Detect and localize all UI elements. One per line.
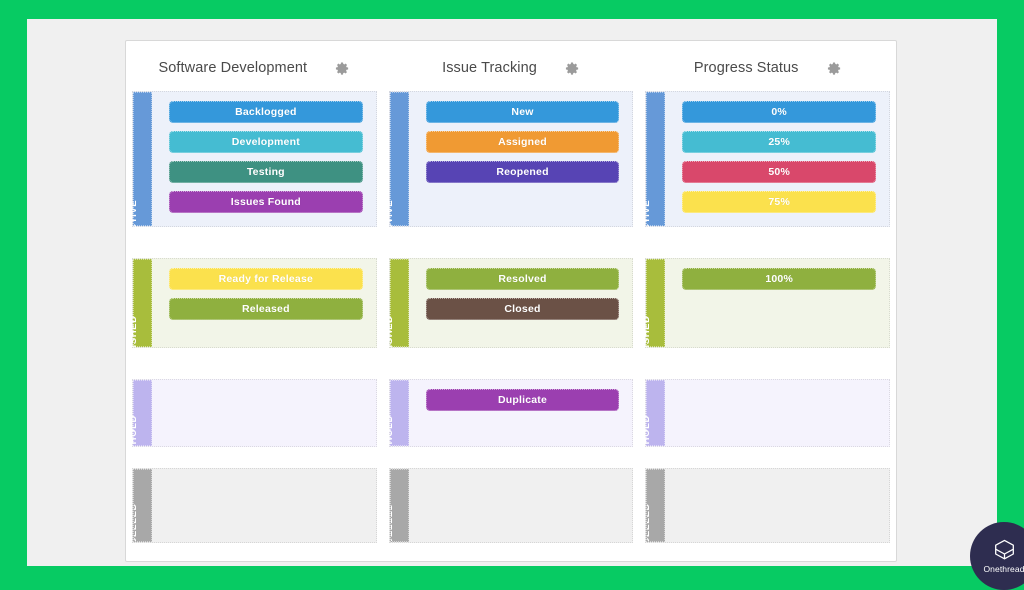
status-chip[interactable]: Closed xyxy=(425,298,620,320)
swimlane-label-text: ON HOLD xyxy=(127,414,139,464)
swimlane-active: ACTIVE New Assigned Reopened xyxy=(384,91,634,238)
swimlane-on-hold: ON HOLD Duplicate xyxy=(384,379,634,463)
swimlane-body: New Assigned Reopened xyxy=(409,92,633,226)
swimlane-body xyxy=(152,380,376,446)
swimlane-label-text: CANCELLED xyxy=(133,503,139,541)
column-title: Software Development xyxy=(158,60,308,76)
status-chip[interactable]: Ready for Release xyxy=(169,268,363,290)
swimlane-cancelled: CANCELLED xyxy=(388,468,634,543)
swimlane-label-text: FINISHED xyxy=(384,315,396,365)
column-header-issue-tracking: Issue Tracking xyxy=(383,41,640,91)
board-column-software-development: ACTIVE Backlogged Development Testing Issues… xyxy=(126,91,383,561)
swimlane-finished: FINISHED Resolved Closed xyxy=(384,258,634,365)
board-header: Software Development Issue Tracking Prog… xyxy=(126,41,896,91)
swimlane-finished: FINISHED Ready for Release Released xyxy=(128,258,377,365)
swimlane-label-text: CANCELLED xyxy=(389,503,396,541)
swimlane-label-text: CANCELLED xyxy=(646,503,652,541)
status-chip[interactable]: Released xyxy=(169,298,363,320)
swimlane-cancelled: CANCELLED xyxy=(132,468,377,543)
swimlane-label: CANCELLED xyxy=(133,469,152,542)
board-column-progress-status: ACTIVE 0% 25% 50% 75% FINISHED 100% ON HOLD CANC… xyxy=(639,91,896,561)
board-body: ACTIVE Backlogged Development Testing Issues… xyxy=(126,91,896,561)
swimlane-label: ON HOLD xyxy=(128,380,152,463)
swimlane-label: ON HOLD xyxy=(641,380,666,463)
status-chip[interactable]: 75% xyxy=(682,191,877,213)
gear-icon[interactable] xyxy=(335,61,350,76)
status-chip[interactable]: 25% xyxy=(682,131,877,153)
swimlane-label-text: ON HOLD xyxy=(384,414,396,464)
status-chip[interactable]: New xyxy=(425,101,620,123)
swimlane-body xyxy=(409,469,633,542)
swimlane-label: FINISHED xyxy=(384,259,409,365)
cube-box-icon xyxy=(991,538,1018,562)
column-header-progress-status: Progress Status xyxy=(639,41,896,91)
swimlane-label: FINISHED xyxy=(641,259,666,365)
swimlane-cancelled: CANCELLED xyxy=(645,468,891,543)
status-chip[interactable]: Issues Found xyxy=(169,191,363,213)
swimlane-label-text: ON HOLD xyxy=(640,414,652,464)
swimlane-body xyxy=(152,469,376,542)
brand-name: Onethread xyxy=(983,564,1024,574)
swimlane-on-hold: ON HOLD xyxy=(128,379,377,463)
swimlane-finished: FINISHED 100% xyxy=(641,258,891,365)
gear-icon[interactable] xyxy=(565,61,580,76)
swimlane-active: ACTIVE 0% 25% 50% 75% xyxy=(641,91,891,238)
swimlane-label-text: ACTIVE xyxy=(127,199,139,239)
swimlane-label: ACTIVE xyxy=(641,92,666,238)
status-chip[interactable]: 100% xyxy=(682,268,877,290)
status-chip[interactable]: Development xyxy=(169,131,363,153)
gear-icon[interactable] xyxy=(827,61,842,76)
swimlane-label: FINISHED xyxy=(128,259,152,365)
status-chip[interactable]: Backlogged xyxy=(169,101,363,123)
swimlane-on-hold: ON HOLD xyxy=(641,379,891,463)
column-title: Issue Tracking xyxy=(442,60,537,76)
status-chip[interactable]: 50% xyxy=(682,161,877,183)
swimlane-body xyxy=(665,380,889,446)
swimlane-body: Duplicate xyxy=(409,380,633,446)
brand-logo: Onethread xyxy=(970,522,1024,590)
swimlane-body: 100% xyxy=(665,259,889,347)
swimlane-label: ACTIVE xyxy=(384,92,409,238)
swimlane-active: ACTIVE Backlogged Development Testing Issues… xyxy=(128,91,377,238)
swimlane-label: CANCELLED xyxy=(646,469,666,542)
swimlane-body xyxy=(665,469,889,542)
status-chip[interactable]: Assigned xyxy=(425,131,620,153)
swimlane-label-text: ACTIVE xyxy=(384,199,396,239)
swimlane-label-text: ACTIVE xyxy=(640,199,652,239)
swimlane-body: 0% 25% 50% 75% xyxy=(665,92,889,226)
swimlane-label-text: FINISHED xyxy=(127,315,139,365)
board-card: Software Development Issue Tracking Prog… xyxy=(125,40,897,562)
status-chip[interactable]: Duplicate xyxy=(425,389,620,411)
status-chip[interactable]: Resolved xyxy=(425,268,620,290)
page-canvas: Software Development Issue Tracking Prog… xyxy=(27,19,1024,590)
swimlane-body: Ready for Release Released xyxy=(152,259,376,347)
swimlane-label: ON HOLD xyxy=(384,380,409,463)
swimlane-label-text: FINISHED xyxy=(640,315,652,365)
column-header-software-development: Software Development xyxy=(126,41,383,91)
status-chip[interactable]: Testing xyxy=(169,161,363,183)
board-column-issue-tracking: ACTIVE New Assigned Reopened FINISHED Resolve… xyxy=(383,91,640,561)
swimlane-body: Backlogged Development Testing Issues Found xyxy=(152,92,376,226)
swimlane-label: CANCELLED xyxy=(389,469,409,542)
status-chip[interactable]: Reopened xyxy=(425,161,620,183)
swimlane-label: ACTIVE xyxy=(128,92,152,238)
status-chip[interactable]: 0% xyxy=(682,101,877,123)
column-title: Progress Status xyxy=(693,60,799,76)
swimlane-body: Resolved Closed xyxy=(409,259,633,347)
